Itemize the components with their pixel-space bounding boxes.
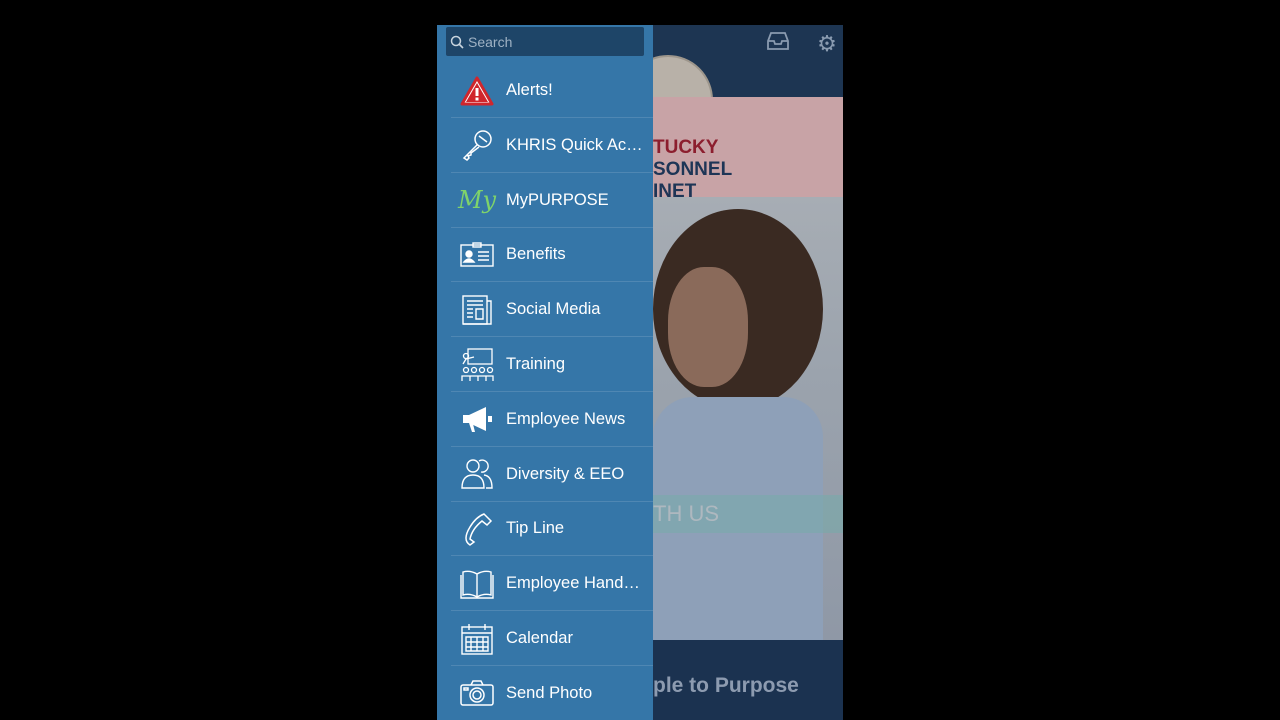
menu-item-label: Tip Line xyxy=(506,519,565,538)
menu-item-label: MyPURPOSE xyxy=(506,190,609,209)
photo-face xyxy=(668,267,748,387)
book-icon xyxy=(459,567,495,601)
menu-item-mypurpose[interactable]: My MyPURPOSE xyxy=(437,173,653,228)
search-placeholder: Search xyxy=(468,33,513,50)
megaphone-icon xyxy=(459,402,495,436)
menu-item-benefits[interactable]: Benefits xyxy=(437,227,653,283)
menu-item-tip-line[interactable]: Tip Line xyxy=(437,501,653,557)
menu-item-training[interactable]: Training xyxy=(437,337,653,392)
key-icon xyxy=(459,128,495,162)
menu-item-social-media[interactable]: Social Media xyxy=(437,282,653,338)
logo-line-1: TUCKY xyxy=(653,137,719,158)
menu-item-employee-news[interactable]: Employee News xyxy=(437,392,653,447)
logo-banner: TUCKY SONNEL INET xyxy=(653,97,843,202)
menu-item-label: Employee Handbook xyxy=(506,574,646,593)
menu-item-calendar[interactable]: Calendar xyxy=(437,611,653,666)
my-logo-icon: My xyxy=(457,186,497,215)
menu-item-label: Calendar xyxy=(506,629,573,647)
calendar-icon xyxy=(459,622,495,656)
phone-icon xyxy=(459,512,495,546)
menu-item-label: Employee News xyxy=(506,409,626,428)
hero-photo: TH US xyxy=(653,197,843,640)
gear-icon[interactable]: ⚙ xyxy=(814,31,840,57)
menu-item-label: Diversity & EEO xyxy=(506,464,625,483)
menu-item-label: Benefits xyxy=(506,245,566,264)
menu-item-label: Alerts! xyxy=(506,81,553,99)
logo-line-2: SONNEL xyxy=(653,159,733,180)
hero-banner-text: TH US xyxy=(653,495,843,533)
footer-tagline: ple to Purpose xyxy=(653,640,843,720)
menu-item-label: Social Media xyxy=(506,300,601,319)
menu-item-khris-quick-access[interactable]: KHRIS Quick Access xyxy=(437,118,653,173)
camera-icon xyxy=(459,676,495,710)
people-icon xyxy=(459,457,495,491)
menu-item-employee-handbook[interactable]: Employee Handbook xyxy=(437,556,653,612)
side-menu: Search Alerts! KHRIS Quick Access My MyPURP… xyxy=(437,25,653,720)
menu-item-label: Training xyxy=(506,355,565,373)
menu-item-send-photo[interactable]: Send Photo xyxy=(437,666,653,720)
menu-item-label: KHRIS Quick Access xyxy=(506,135,646,154)
search-input[interactable]: Search xyxy=(446,27,644,56)
home-background: ⚙ TUCKY SONNEL INET TH US ple to Purpose xyxy=(623,25,843,720)
inbox-icon[interactable] xyxy=(765,31,791,57)
id-card-icon xyxy=(459,238,495,272)
newspaper-icon xyxy=(459,293,495,327)
menu-item-label: Send Photo xyxy=(506,683,593,702)
classroom-icon xyxy=(459,347,495,382)
menu-item-alerts[interactable]: Alerts! xyxy=(437,63,653,118)
phone-screen: ⚙ TUCKY SONNEL INET TH US ple to Purpose… xyxy=(437,25,843,720)
search-icon xyxy=(450,35,464,49)
warning-icon xyxy=(459,74,495,108)
menu-item-diversity-eeo[interactable]: Diversity & EEO xyxy=(437,447,653,502)
